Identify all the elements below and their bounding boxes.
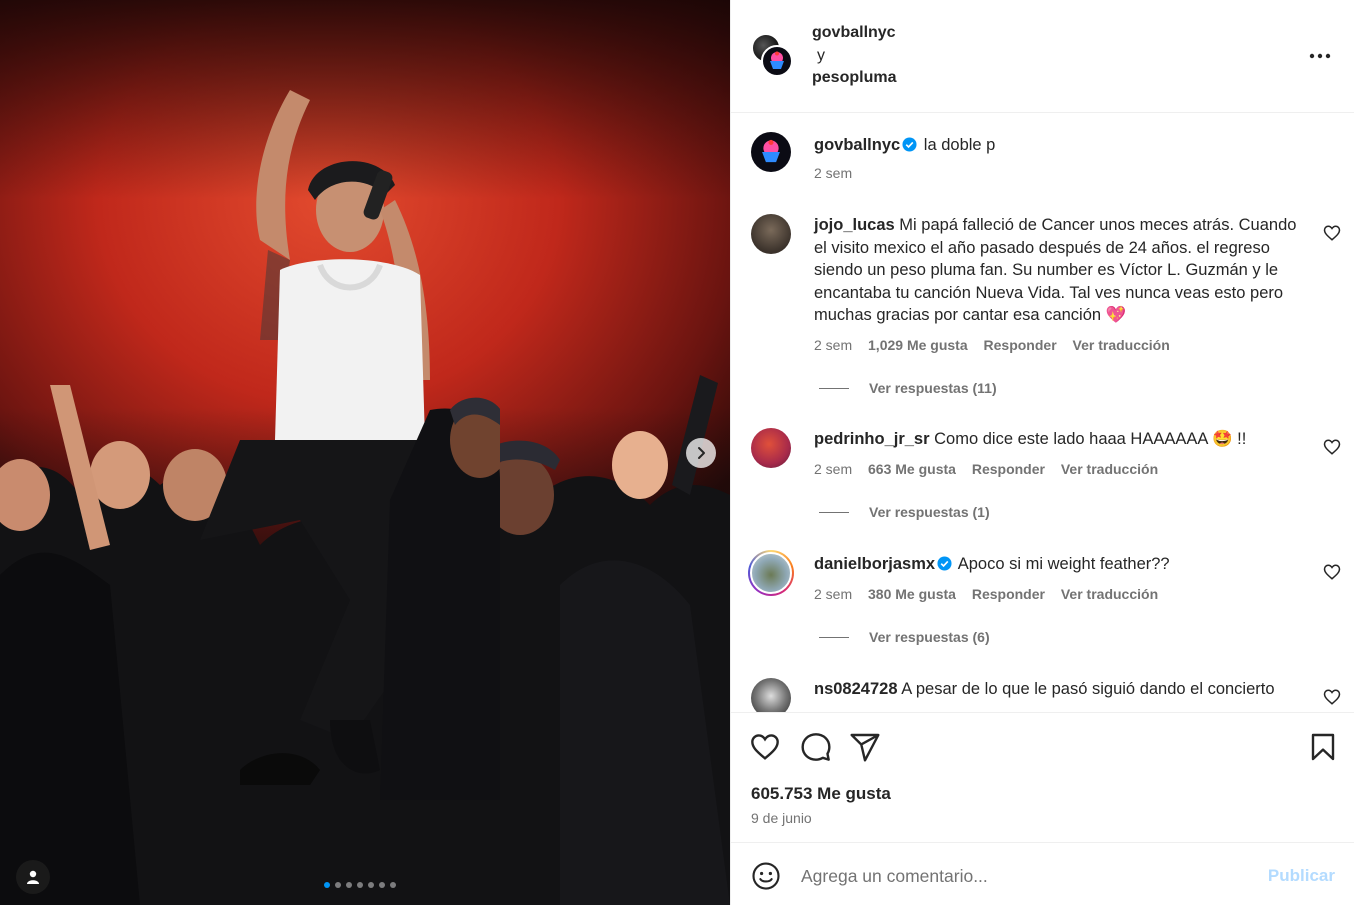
heart-icon[interactable] xyxy=(1323,563,1341,581)
comments-list[interactable]: govballnyc la doble p 2 sem jojo_lucas M… xyxy=(731,114,1354,712)
tagged-users-button[interactable] xyxy=(16,860,50,894)
carousel-dot xyxy=(390,882,396,888)
view-replies-button[interactable]: Ver respuestas (11) xyxy=(819,380,997,396)
post-likes-count[interactable]: 605.753 Me gusta xyxy=(751,784,891,804)
translate-button[interactable]: Ver traducción xyxy=(1061,586,1158,602)
avatar[interactable] xyxy=(751,678,791,712)
comment-likes[interactable]: 380 Me gusta xyxy=(868,586,956,602)
carousel-indicator xyxy=(324,882,396,888)
replies-divider xyxy=(819,511,849,513)
comment-username[interactable]: ns0824728 xyxy=(814,680,898,698)
more-horizontal-icon xyxy=(1309,53,1331,59)
view-replies-button[interactable]: Ver respuestas (1) xyxy=(819,504,990,520)
cupcake-logo-icon xyxy=(762,139,780,163)
avatar[interactable] xyxy=(751,214,791,254)
carousel-dot xyxy=(324,882,330,888)
post-header: govballnyc y pesopluma xyxy=(731,0,1354,113)
view-replies-label: Ver respuestas (6) xyxy=(869,629,990,645)
heart-icon[interactable] xyxy=(1323,438,1341,456)
avatar[interactable] xyxy=(751,132,791,172)
post-panel: govballnyc y pesopluma govballnyc la dob… xyxy=(730,0,1354,905)
bookmark-icon[interactable] xyxy=(1307,731,1339,763)
carousel-next-button[interactable] xyxy=(686,438,716,468)
reply-button[interactable]: Responder xyxy=(984,337,1057,353)
comment-time: 2 sem xyxy=(814,337,853,353)
comment-time: 2 sem xyxy=(814,586,853,602)
comment-time: 2 sem xyxy=(814,461,853,477)
heart-icon[interactable] xyxy=(1323,224,1341,242)
user-icon xyxy=(27,870,39,884)
avatar[interactable] xyxy=(748,550,794,596)
comment-username[interactable]: jojo_lucas xyxy=(814,216,895,234)
view-replies-label: Ver respuestas (1) xyxy=(869,504,990,520)
publish-button[interactable]: Publicar xyxy=(1268,866,1335,886)
post-actions: 605.753 Me gusta 9 de junio xyxy=(731,712,1354,842)
caption-text: la doble p xyxy=(923,136,996,154)
verified-badge-icon xyxy=(937,556,952,571)
comment-likes[interactable]: 663 Me gusta xyxy=(868,461,956,477)
collab-names: govballnyc y pesopluma xyxy=(812,22,896,90)
comment-text: A pesar de lo que le pasó siguió dando e… xyxy=(901,680,1275,698)
comment-username[interactable]: danielborjasmx xyxy=(814,555,935,573)
post-date[interactable]: 9 de junio xyxy=(751,810,812,826)
collab-joiner: y xyxy=(817,46,825,64)
comment-text: Como dice este lado haaa HAAAAAA 🤩 !! xyxy=(934,430,1247,448)
comment-composer: Publicar xyxy=(731,842,1354,905)
heart-icon[interactable] xyxy=(1323,688,1341,706)
reply-button[interactable]: Responder xyxy=(972,586,1045,602)
post-media[interactable] xyxy=(0,0,730,905)
caption-time: 2 sem xyxy=(814,165,853,181)
carousel-dot xyxy=(346,882,352,888)
comment-input[interactable] xyxy=(801,862,1231,890)
account-primary-link[interactable]: govballnyc xyxy=(812,22,896,45)
translate-button[interactable]: Ver traducción xyxy=(1073,337,1170,353)
verified-badge-icon xyxy=(902,137,917,152)
avatar[interactable] xyxy=(761,45,793,77)
carousel-dot xyxy=(335,882,341,888)
replies-divider xyxy=(819,387,849,389)
comment-likes[interactable]: 1,029 Me gusta xyxy=(868,337,968,353)
carousel-dot xyxy=(368,882,374,888)
concert-photo-performer xyxy=(200,90,500,800)
heart-icon[interactable] xyxy=(749,731,781,763)
comment-icon[interactable] xyxy=(800,731,832,763)
avatar[interactable] xyxy=(751,428,791,468)
caption-username[interactable]: govballnyc xyxy=(814,136,900,154)
account-secondary-link[interactable]: pesopluma xyxy=(812,67,896,90)
more-options-button[interactable] xyxy=(1308,44,1332,68)
replies-divider xyxy=(819,636,849,638)
emoji-icon[interactable] xyxy=(751,861,781,891)
carousel-dot xyxy=(379,882,385,888)
reply-button[interactable]: Responder xyxy=(972,461,1045,477)
carousel-dot xyxy=(357,882,363,888)
cupcake-logo-icon xyxy=(770,51,784,69)
comment-text: Apoco si mi weight feather?? xyxy=(957,555,1170,573)
chevron-right-icon xyxy=(698,447,705,459)
translate-button[interactable]: Ver traducción xyxy=(1061,461,1158,477)
view-replies-button[interactable]: Ver respuestas (6) xyxy=(819,629,990,645)
comment-username[interactable]: pedrinho_jr_sr xyxy=(814,430,930,448)
view-replies-label: Ver respuestas (11) xyxy=(869,380,997,396)
send-icon[interactable] xyxy=(849,731,881,763)
collab-avatars[interactable] xyxy=(751,33,795,77)
